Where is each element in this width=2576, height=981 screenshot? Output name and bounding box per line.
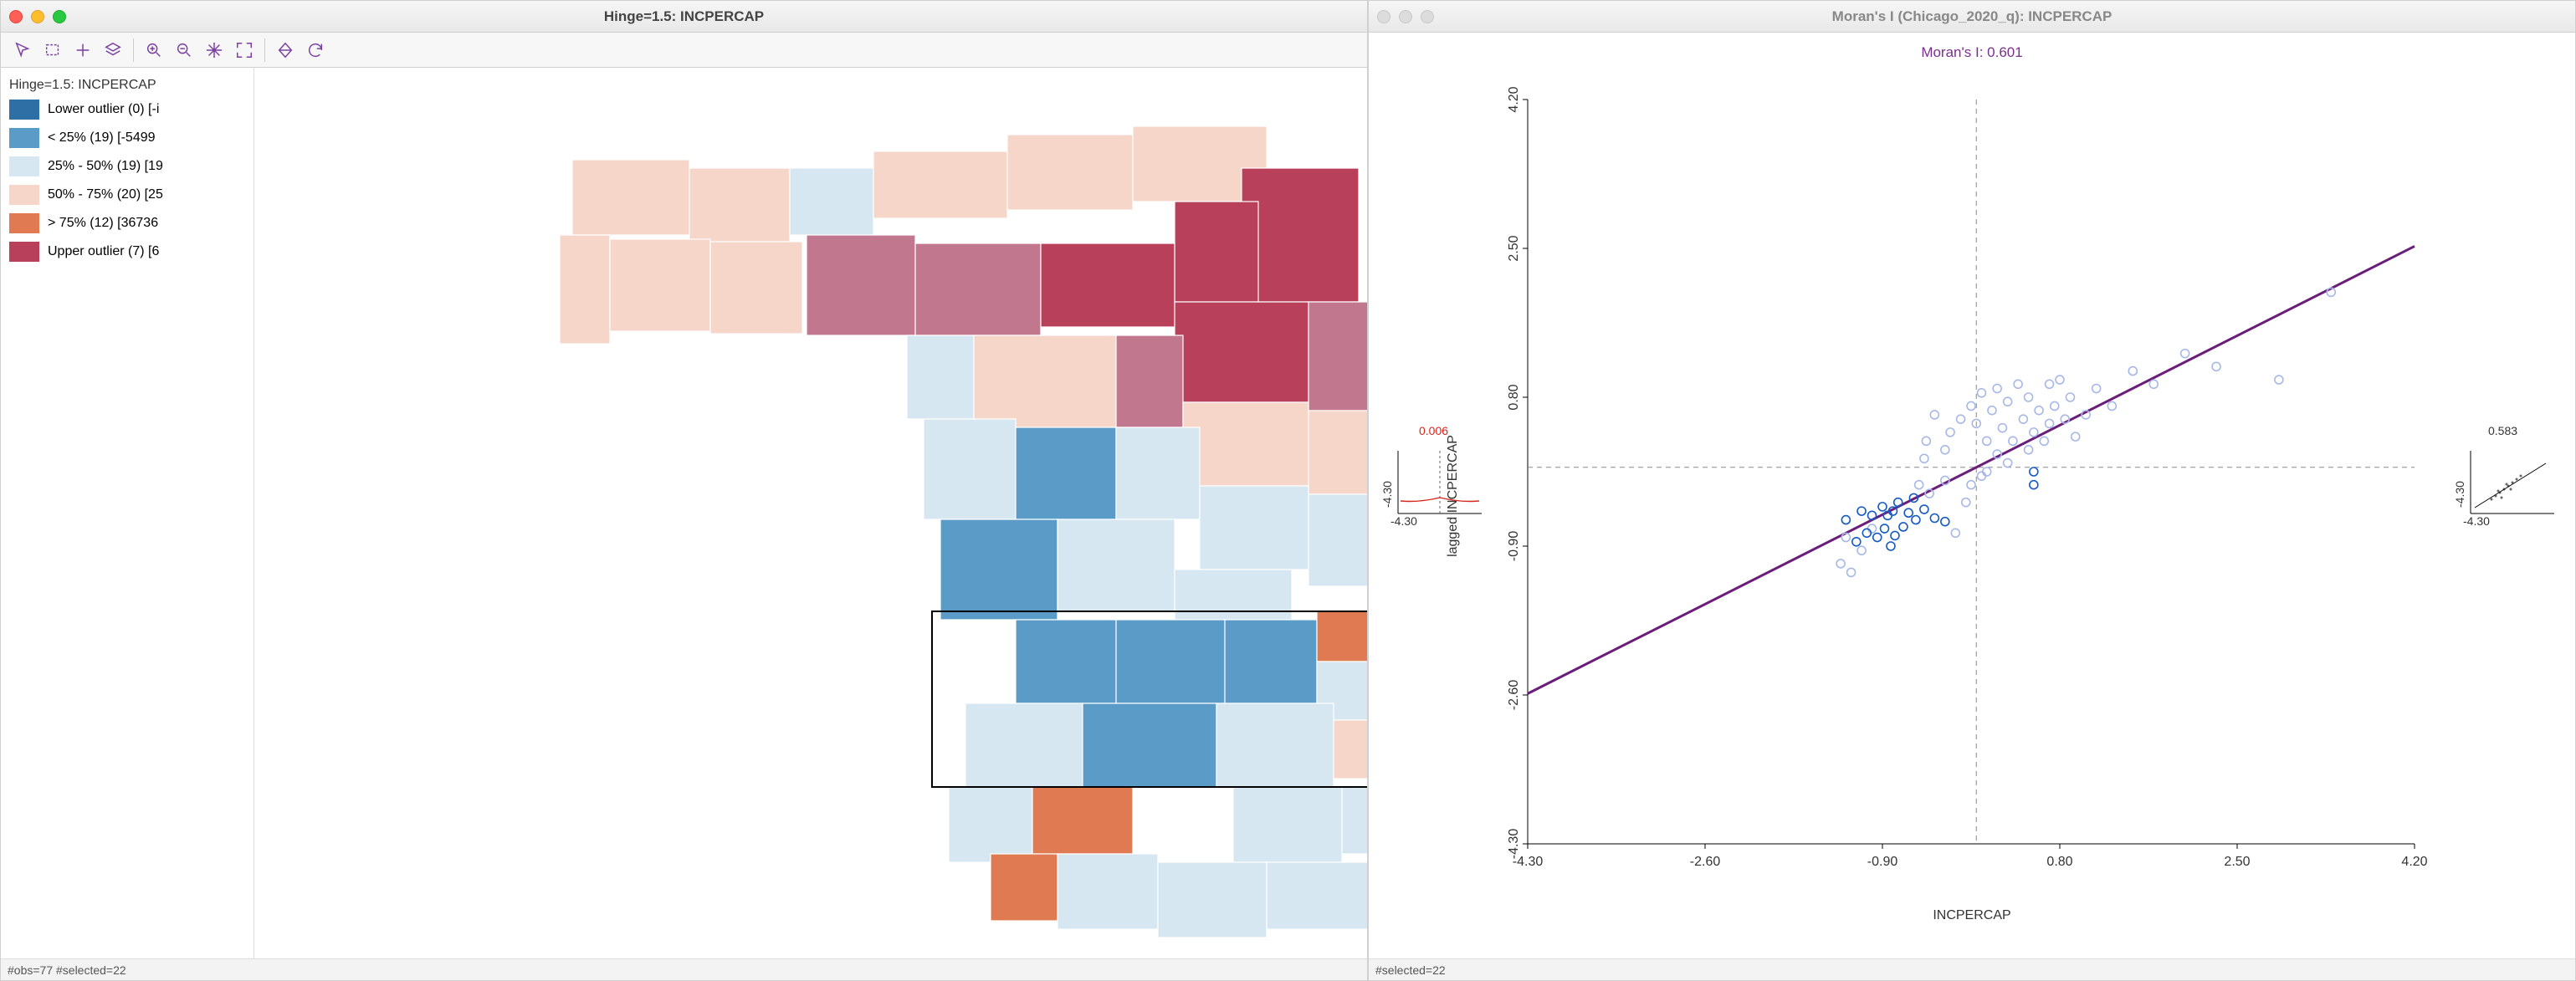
- legend-item[interactable]: 25% - 50% (19) [19: [9, 156, 245, 176]
- svg-text:4.20: 4.20: [1507, 86, 1521, 112]
- legend-item[interactable]: Upper outlier (7) [6: [9, 242, 245, 262]
- close-icon[interactable]: [9, 10, 23, 23]
- toolbar: [1, 33, 1367, 68]
- svg-text:-4.30: -4.30: [1507, 829, 1521, 860]
- map-canvas[interactable]: [254, 68, 1367, 958]
- svg-text:-0.90: -0.90: [1507, 531, 1521, 562]
- titlebar[interactable]: Moran's I (Chicago_2020_q): INCPERCAP: [1369, 1, 2575, 33]
- svg-text:-2.60: -2.60: [1690, 855, 1721, 869]
- minimize-icon[interactable]: [1399, 10, 1412, 23]
- legend-item[interactable]: > 75% (12) [36736: [9, 213, 245, 233]
- traffic-lights: [9, 10, 66, 23]
- window-title: Moran's I (Chicago_2020_q): INCPERCAP: [1369, 8, 2575, 25]
- svg-text:0.80: 0.80: [1507, 384, 1521, 410]
- legend-item[interactable]: Lower outlier (0) [-i: [9, 100, 245, 120]
- inset-right: 0.583 -4.30 -4.30: [2458, 442, 2558, 526]
- layers-tool[interactable]: [98, 36, 128, 64]
- inset-right-value: 0.583: [2488, 424, 2517, 437]
- titlebar[interactable]: Hinge=1.5: INCPERCAP: [1, 1, 1367, 33]
- pan-tool[interactable]: [199, 36, 229, 64]
- legend-label: Upper outlier (7) [6: [48, 244, 159, 259]
- inset-right-ytick: -4.30: [2453, 481, 2466, 508]
- zoom-in-tool[interactable]: [139, 36, 169, 64]
- plot-title: Moran's I: 0.601: [1369, 44, 2575, 61]
- scatter-window: Moran's I (Chicago_2020_q): INCPERCAP Mo…: [1368, 0, 2576, 981]
- inset-left-value: 0.006: [1419, 424, 1448, 437]
- svg-text:-2.60: -2.60: [1507, 680, 1521, 711]
- legend-label: Lower outlier (0) [-i: [48, 102, 159, 117]
- inset-left-xtick: -4.30: [1390, 514, 1417, 528]
- legend-label: > 75% (12) [36736: [48, 216, 158, 231]
- status-text: #obs=77 #selected=22: [8, 963, 126, 977]
- maximize-icon[interactable]: [1421, 10, 1434, 23]
- inset-right-xtick: -4.30: [2463, 514, 2490, 528]
- content-area: Hinge=1.5: INCPERCAP Lower outlier (0) […: [1, 68, 1367, 958]
- status-bar: #obs=77 #selected=22: [1, 958, 1367, 980]
- select-rect-tool[interactable]: [38, 36, 68, 64]
- legend-title: Hinge=1.5: INCPERCAP: [9, 78, 245, 93]
- svg-text:0.80: 0.80: [2046, 855, 2072, 869]
- legend-label: < 25% (19) [-5499: [48, 130, 156, 146]
- inset-left-ytick: -4.30: [1380, 481, 1394, 508]
- choropleth-map[interactable]: [254, 68, 1367, 954]
- svg-text:-0.90: -0.90: [1867, 855, 1898, 869]
- maximize-icon[interactable]: [53, 10, 66, 23]
- status-text: #selected=22: [1375, 963, 1446, 977]
- legend-label: 25% - 50% (19) [19: [48, 159, 163, 174]
- add-tool[interactable]: [68, 36, 98, 64]
- moran-scatterplot[interactable]: -4.30-2.60-0.900.802.504.20-4.30-2.60-0.…: [1461, 66, 2431, 911]
- zoom-out-tool[interactable]: [169, 36, 199, 64]
- diamond-tool[interactable]: [270, 36, 300, 64]
- map-window: Hinge=1.5: INCPERCAP Hinge=1.5: INCPERCA…: [0, 0, 1368, 981]
- svg-text:4.20: 4.20: [2401, 855, 2427, 869]
- close-icon[interactable]: [1377, 10, 1390, 23]
- status-bar: #selected=22: [1369, 958, 2575, 980]
- inset-left: 0.006 -4.30 -4.30: [1385, 442, 1486, 526]
- legend-label: 50% - 75% (20) [25: [48, 187, 163, 202]
- plot-area[interactable]: Moran's I: 0.601 -4.30 -2.60 -0.90 0.80 2.50…: [1369, 33, 2575, 958]
- window-title: Hinge=1.5: INCPERCAP: [1, 8, 1367, 25]
- traffic-lights: [1377, 10, 1434, 23]
- svg-text:2.50: 2.50: [2224, 855, 2250, 869]
- legend-item[interactable]: 50% - 75% (20) [25: [9, 185, 245, 205]
- minimize-icon[interactable]: [31, 10, 44, 23]
- legend-panel: Hinge=1.5: INCPERCAP Lower outlier (0) […: [1, 68, 254, 958]
- legend-item[interactable]: < 25% (19) [-5499: [9, 128, 245, 148]
- refresh-tool[interactable]: [300, 36, 330, 64]
- x-axis-label: INCPERCAP: [1369, 908, 2575, 923]
- svg-text:2.50: 2.50: [1507, 235, 1521, 261]
- pointer-tool[interactable]: [8, 36, 38, 64]
- extent-tool[interactable]: [229, 36, 259, 64]
